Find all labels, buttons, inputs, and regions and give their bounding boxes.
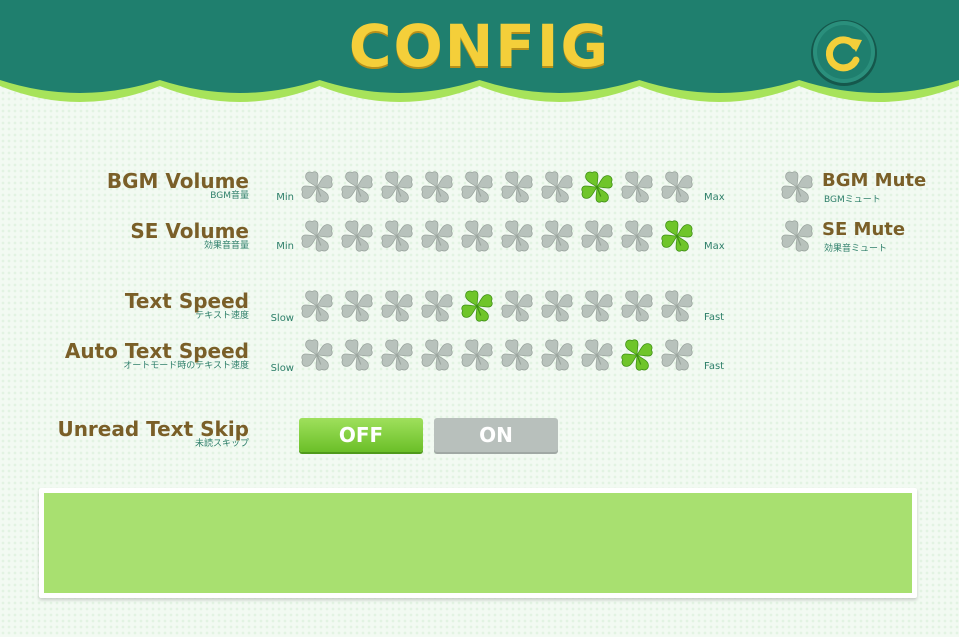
auto-text-speed-min-label: Slow bbox=[270, 363, 294, 374]
clover-step-6-icon[interactable] bbox=[498, 336, 536, 374]
se-volume-max-label: Max bbox=[704, 241, 725, 252]
bgm-mute-sublabel: BGMミュート bbox=[824, 195, 881, 205]
refresh-arrow-icon bbox=[811, 20, 877, 86]
auto-text-speed-title: Auto Text Speed bbox=[64, 339, 249, 363]
se-mute-label: SE Mute bbox=[822, 219, 906, 240]
clover-step-6-icon[interactable] bbox=[498, 287, 536, 325]
unread-text-skip-label: Unread Text Skip 未読スキップ bbox=[57, 418, 249, 450]
skip-off-button[interactable]: OFF bbox=[299, 418, 423, 452]
clover-step-3-icon[interactable] bbox=[378, 168, 416, 206]
clover-step-1-icon[interactable] bbox=[298, 217, 336, 255]
clover-step-7-icon[interactable] bbox=[538, 287, 576, 325]
clover-step-5-icon[interactable] bbox=[458, 217, 496, 255]
auto-text-speed-max-label: Fast bbox=[704, 361, 725, 372]
clover-step-8-icon[interactable] bbox=[578, 287, 616, 325]
text-speed-max-label: Fast bbox=[704, 312, 725, 323]
bgm-volume-label: BGM Volume BGM音量 bbox=[107, 170, 249, 202]
unread-text-skip-title: Unread Text Skip bbox=[57, 417, 249, 441]
se-mute-sublabel: 効果音ミュート bbox=[824, 244, 888, 254]
clover-step-3-icon[interactable] bbox=[378, 336, 416, 374]
bgm-volume-slider[interactable] bbox=[298, 168, 698, 208]
bgm-mute-label: BGM Mute bbox=[822, 170, 927, 191]
bgm-volume-title: BGM Volume bbox=[106, 169, 249, 193]
clover-step-1-icon[interactable] bbox=[298, 168, 336, 206]
clover-step-4-icon[interactable] bbox=[418, 217, 456, 255]
clover-step-8-icon[interactable] bbox=[578, 217, 616, 255]
clover-step-3-icon[interactable] bbox=[378, 217, 416, 255]
clover-step-3-icon[interactable] bbox=[378, 287, 416, 325]
clover-step-6-icon[interactable] bbox=[498, 168, 536, 206]
clover-step-2-icon[interactable] bbox=[338, 217, 376, 255]
clover-step-7-icon[interactable] bbox=[538, 168, 576, 206]
clover-step-10-icon[interactable] bbox=[658, 217, 696, 255]
clover-step-9-icon[interactable] bbox=[618, 336, 656, 374]
se-volume-min-label: Min bbox=[276, 241, 294, 252]
bgm-volume-max-label: Max bbox=[704, 192, 725, 203]
clover-step-9-icon[interactable] bbox=[618, 168, 656, 206]
clover-step-2-icon[interactable] bbox=[338, 287, 376, 325]
text-speed-min-label: Slow bbox=[270, 313, 294, 324]
text-preview-box bbox=[39, 488, 917, 598]
clover-step-1-icon[interactable] bbox=[298, 336, 336, 374]
auto-text-speed-slider[interactable] bbox=[298, 336, 698, 376]
header-banner: CONFIG bbox=[0, 0, 959, 120]
clover-step-8-icon[interactable] bbox=[578, 168, 616, 206]
clover-step-7-icon[interactable] bbox=[538, 217, 576, 255]
se-mute-toggle[interactable]: SE Mute 効果音ミュート bbox=[778, 217, 959, 257]
text-speed-label: Text Speed テキスト速度 bbox=[125, 290, 249, 322]
se-volume-label: SE Volume 効果音音量 bbox=[130, 220, 249, 252]
text-speed-title: Text Speed bbox=[124, 289, 249, 313]
clover-step-10-icon[interactable] bbox=[658, 336, 696, 374]
se-mute-clover-icon bbox=[778, 217, 816, 255]
clover-step-4-icon[interactable] bbox=[418, 168, 456, 206]
bgm-volume-min-label: Min bbox=[276, 192, 294, 203]
bgm-mute-toggle[interactable]: BGM Mute BGMミュート bbox=[778, 168, 959, 208]
clover-step-7-icon[interactable] bbox=[538, 336, 576, 374]
skip-on-button[interactable]: ON bbox=[434, 418, 558, 452]
auto-text-speed-label: Auto Text Speed オートモード時のテキスト速度 bbox=[65, 340, 249, 372]
clover-step-6-icon[interactable] bbox=[498, 217, 536, 255]
clover-step-2-icon[interactable] bbox=[338, 168, 376, 206]
text-speed-row: Text Speed テキスト速度 Slow Fast bbox=[0, 287, 959, 337]
auto-text-speed-row: Auto Text Speed オートモード時のテキスト速度 Slow Fast bbox=[0, 336, 959, 386]
clover-step-5-icon[interactable] bbox=[458, 287, 496, 325]
clover-step-5-icon[interactable] bbox=[458, 168, 496, 206]
clover-step-10-icon[interactable] bbox=[658, 287, 696, 325]
se-volume-slider[interactable] bbox=[298, 217, 698, 257]
clover-step-10-icon[interactable] bbox=[658, 168, 696, 206]
text-preview-area bbox=[44, 493, 912, 593]
bgm-mute-clover-icon bbox=[778, 168, 816, 206]
clover-step-9-icon[interactable] bbox=[618, 287, 656, 325]
clover-step-9-icon[interactable] bbox=[618, 217, 656, 255]
clover-step-4-icon[interactable] bbox=[418, 287, 456, 325]
se-volume-row: SE Volume 効果音音量 Min Max SE Mute 効果音ミュート bbox=[0, 217, 959, 267]
se-volume-title: SE Volume bbox=[130, 219, 249, 243]
clover-step-8-icon[interactable] bbox=[578, 336, 616, 374]
bgm-volume-row: BGM Volume BGM音量 Min Max BGM Mute BGMミュー… bbox=[0, 168, 959, 218]
back-button[interactable] bbox=[810, 18, 878, 86]
clover-step-2-icon[interactable] bbox=[338, 336, 376, 374]
clover-step-1-icon[interactable] bbox=[298, 287, 336, 325]
clover-step-4-icon[interactable] bbox=[418, 336, 456, 374]
text-speed-slider[interactable] bbox=[298, 287, 698, 327]
clover-step-5-icon[interactable] bbox=[458, 336, 496, 374]
